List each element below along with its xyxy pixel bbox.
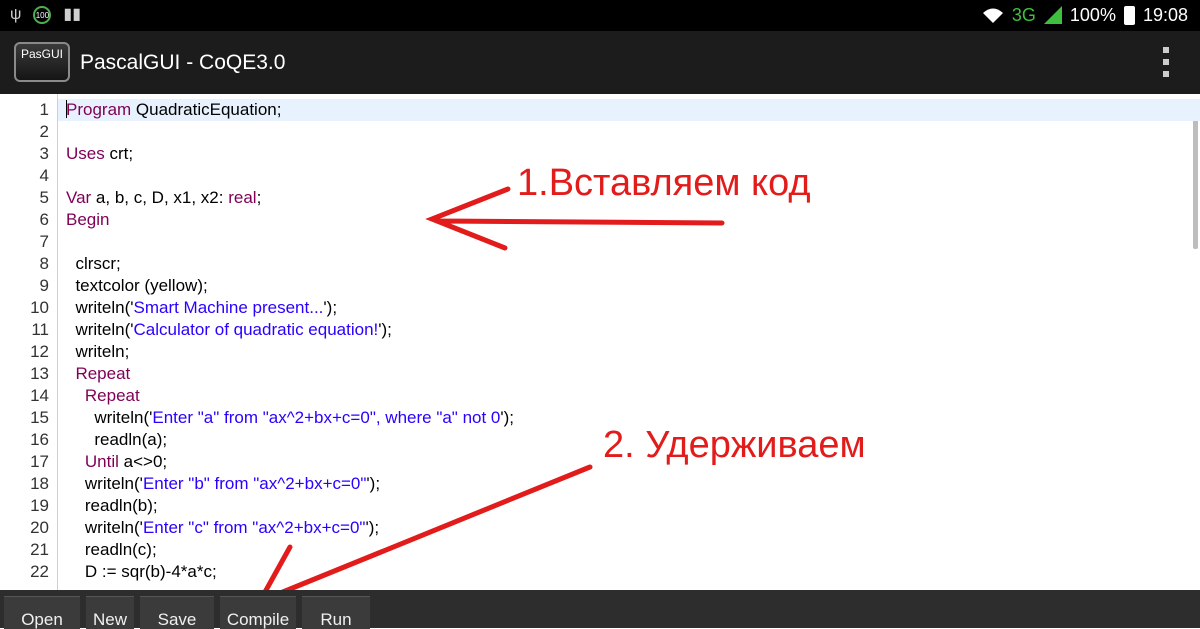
battery-percent: 100%: [1069, 4, 1116, 25]
code-text[interactable]: Repeat: [66, 385, 140, 407]
save-button[interactable]: Save: [140, 596, 214, 629]
line-number: 15: [30, 408, 49, 427]
line-number: 10: [30, 298, 49, 317]
line-number: 19: [30, 496, 49, 515]
line-number: 2: [39, 122, 49, 141]
code-text[interactable]: readln(a);: [66, 429, 167, 451]
line-number: 17: [30, 452, 49, 471]
line-number: 1: [39, 100, 49, 119]
line-number: 3: [39, 144, 49, 163]
annotation-step-1: 1.Вставляем код: [517, 162, 811, 204]
code-line[interactable]: 21 readln(c);: [0, 539, 1187, 561]
line-number: 16: [30, 430, 49, 449]
code-text[interactable]: textcolor (yellow);: [66, 275, 207, 297]
line-number: 20: [30, 518, 49, 537]
compile-button[interactable]: Compile: [220, 596, 296, 629]
line-number: 6: [39, 210, 49, 229]
code-line[interactable]: 13 Repeat: [0, 363, 1187, 385]
line-number: 12: [30, 342, 49, 361]
annotation-step-2: 2. Удерживаем: [603, 424, 866, 466]
app-logo[interactable]: PasGUI: [14, 42, 70, 82]
line-number: 8: [39, 254, 49, 273]
open-button[interactable]: Open: [4, 596, 80, 629]
code-line[interactable]: 15 writeln('Enter "a" from "ax^2+bx+c=0"…: [0, 407, 1187, 429]
code-text[interactable]: Repeat: [66, 363, 130, 385]
code-line[interactable]: 6 Begin: [0, 209, 1187, 231]
battery-icon: [1123, 5, 1135, 25]
line-number: 14: [30, 386, 49, 405]
code-text[interactable]: Begin: [66, 209, 109, 231]
line-number: 7: [39, 232, 49, 251]
code-line[interactable]: 14 Repeat: [0, 385, 1187, 407]
line-number: 9: [39, 276, 49, 295]
overflow-menu-icon[interactable]: [1162, 47, 1170, 77]
code-text[interactable]: writeln('Enter "c" from "ax^2+bx+c=0"');: [66, 517, 379, 539]
code-text[interactable]: writeln('Enter "a" from "ax^2+bx+c=0", w…: [66, 407, 514, 429]
code-text[interactable]: Var a, b, c, D, x1, x2: real;: [66, 187, 261, 209]
code-line[interactable]: 20 writeln('Enter "c" from "ax^2+bx+c=0"…: [0, 517, 1187, 539]
code-text[interactable]: D := sqr(b)-4*a*c;: [66, 561, 217, 583]
line-number: 4: [39, 166, 49, 185]
battery-badge-text: 100: [35, 10, 50, 20]
line-number: 21: [30, 540, 49, 559]
code-line[interactable]: 17 Until a<>0;: [0, 451, 1187, 473]
code-text[interactable]: readln(b);: [66, 495, 158, 517]
code-line[interactable]: 2: [0, 121, 1187, 143]
clock: 19:08: [1142, 4, 1188, 25]
line-number: 22: [30, 562, 49, 581]
barcode-icon: ▮▮: [63, 6, 82, 23]
line-number: 18: [30, 474, 49, 493]
code-text[interactable]: Uses crt;: [66, 143, 133, 165]
bottom-toolbar: Open New Save Compile Run: [0, 590, 1200, 629]
wifi-icon: [982, 8, 1003, 23]
code-line[interactable]: 9 textcolor (yellow);: [0, 275, 1187, 297]
code-line[interactable]: 12 writeln;: [0, 341, 1187, 363]
code-text[interactable]: writeln('Smart Machine present...');: [66, 297, 337, 319]
new-button[interactable]: New: [86, 596, 134, 629]
run-button[interactable]: Run: [302, 596, 370, 629]
code-text[interactable]: writeln('Enter "b" from "ax^2+bx+c=0"');: [66, 473, 380, 495]
code-text[interactable]: readln(c);: [66, 539, 157, 561]
code-line[interactable]: 7: [0, 231, 1187, 253]
app-title: PascalGUI - CoQE3.0: [80, 51, 286, 74]
code-text[interactable]: Program QuadraticEquation;: [66, 99, 281, 121]
code-text[interactable]: writeln;: [66, 341, 129, 363]
code-text[interactable]: Until a<>0;: [66, 451, 167, 473]
line-number: 13: [30, 364, 49, 383]
code-line[interactable]: 11 writeln('Calculator of quadratic equa…: [0, 319, 1187, 341]
code-line[interactable]: 1 Program QuadraticEquation;: [40, 99, 1200, 121]
code-text[interactable]: writeln('Calculator of quadratic equatio…: [66, 319, 391, 341]
code-line[interactable]: 18 writeln('Enter "b" from "ax^2+bx+c=0"…: [0, 473, 1187, 495]
code-line[interactable]: 19 readln(b);: [0, 495, 1187, 517]
code-text[interactable]: clrscr;: [66, 253, 120, 275]
network-type: 3G: [1011, 4, 1036, 25]
code-line[interactable]: 22 D := sqr(b)-4*a*c;: [0, 561, 1187, 583]
action-bar: PasGUI PascalGUI - CoQE3.0: [0, 31, 1200, 94]
code-line[interactable]: 8 clrscr;: [0, 253, 1187, 275]
usb-icon: ψ: [10, 6, 22, 23]
line-number: 11: [31, 320, 49, 339]
status-left-icons: ψ 100 ▮▮: [10, 4, 81, 26]
code-line[interactable]: 10 writeln('Smart Machine present...');: [0, 297, 1187, 319]
code-line[interactable]: 16 readln(a);: [0, 429, 1187, 451]
editor-scrollbar[interactable]: [1193, 99, 1198, 249]
signal-icon: [1043, 6, 1062, 24]
battery-100-icon: 100: [33, 6, 52, 24]
status-right: 3G 100% 19:08: [982, 3, 1188, 27]
status-bar: ψ 100 ▮▮ 3G 100% 19:08: [0, 0, 1200, 31]
line-number: 5: [39, 188, 49, 207]
app-logo-text: PasGUI: [21, 47, 64, 61]
